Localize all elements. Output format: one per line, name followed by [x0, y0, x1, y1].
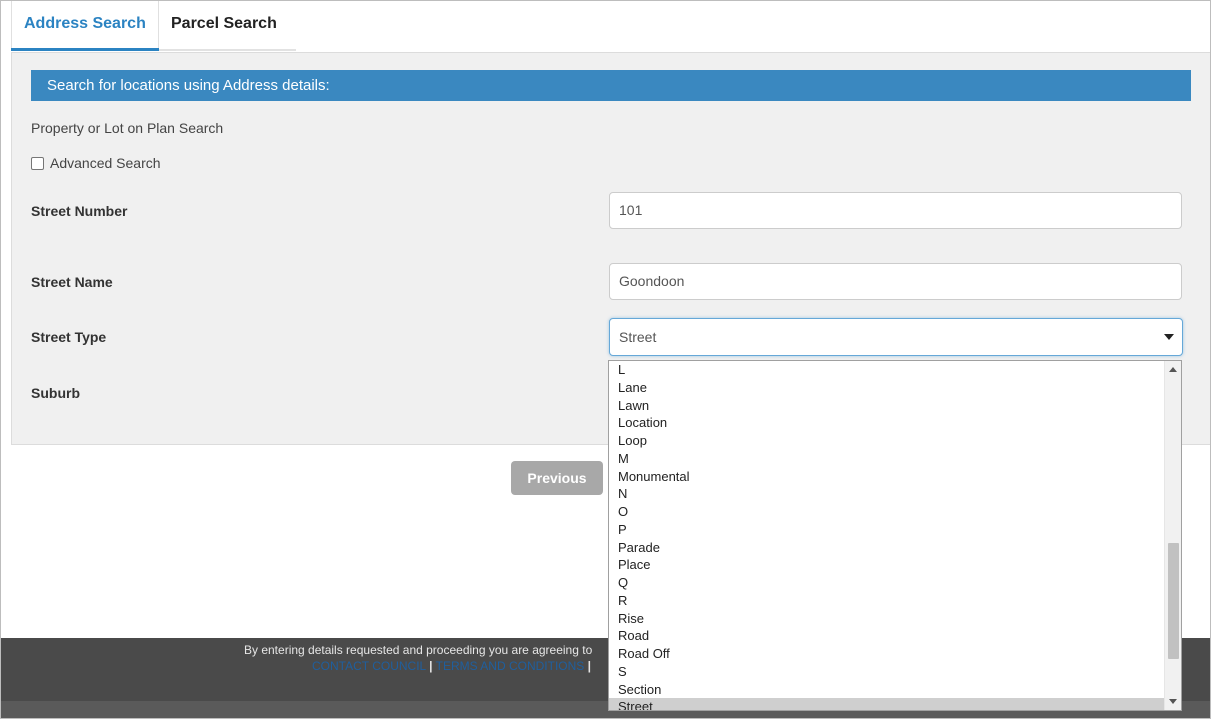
dropdown-option[interactable]: O: [609, 503, 1166, 521]
street-type-options: L Lane Lawn Location Loop M Monumental N O P Parad…: [609, 361, 1166, 710]
dropdown-option[interactable]: Place: [609, 556, 1166, 574]
street-number-label: Street Number: [31, 203, 128, 219]
suburb-label: Suburb: [31, 385, 80, 401]
dropdown-option[interactable]: Rise: [609, 610, 1166, 628]
dropdown-option[interactable]: Section: [609, 681, 1166, 699]
dropdown-option[interactable]: R: [609, 592, 1166, 610]
active-tab-indicator: [11, 48, 159, 51]
dropdown-option[interactable]: Q: [609, 574, 1166, 592]
checkbox-icon[interactable]: [31, 156, 44, 170]
dropdown-scrollbar[interactable]: [1164, 361, 1181, 710]
previous-button[interactable]: Previous: [511, 461, 603, 495]
scroll-up-icon[interactable]: [1169, 367, 1177, 372]
dropdown-option[interactable]: Road Off: [609, 645, 1166, 663]
dropdown-option[interactable]: Location: [609, 414, 1166, 432]
dropdown-option[interactable]: M: [609, 450, 1166, 468]
dropdown-option[interactable]: Parade: [609, 539, 1166, 557]
dropdown-option[interactable]: P: [609, 521, 1166, 539]
terms-and-conditions-link[interactable]: TERMS AND CONDITIONS: [436, 659, 585, 673]
caret-down-icon: [1164, 334, 1174, 340]
dropdown-option[interactable]: Road: [609, 627, 1166, 645]
street-type-dropdown[interactable]: L Lane Lawn Location Loop M Monumental N O P Parad…: [608, 360, 1182, 711]
street-name-input[interactable]: Goondoon: [609, 263, 1182, 300]
footer-separator: |: [429, 659, 433, 673]
panel-header: Search for locations using Address detai…: [31, 70, 1191, 101]
dropdown-option[interactable]: Monumental: [609, 468, 1166, 486]
street-number-input[interactable]: 101: [609, 192, 1182, 229]
scroll-down-icon[interactable]: [1169, 699, 1177, 704]
dropdown-option[interactable]: Lane: [609, 379, 1166, 397]
dropdown-option[interactable]: Lawn: [609, 397, 1166, 415]
dropdown-option[interactable]: S: [609, 663, 1166, 681]
search-tabs: Address Search Parcel Search: [11, 1, 1210, 52]
dropdown-option[interactable]: Street: [609, 698, 1166, 710]
dropdown-option[interactable]: N: [609, 485, 1166, 503]
search-subtext: Property or Lot on Plan Search: [31, 120, 224, 136]
advanced-search-label: Advanced Search: [50, 155, 161, 171]
dropdown-option[interactable]: Loop: [609, 432, 1166, 450]
tab-parcel-search[interactable]: Parcel Search: [159, 1, 296, 51]
street-type-selected-value: Street: [619, 329, 657, 345]
footer-links: CONTACT COUNCIL | TERMS AND CONDITIONS |: [312, 659, 591, 673]
street-name-label: Street Name: [31, 274, 113, 290]
street-type-label: Street Type: [31, 329, 107, 345]
tab-parcel-search-label: Parcel Search: [171, 15, 277, 32]
scrollbar-thumb[interactable]: [1168, 543, 1179, 659]
tab-address-search[interactable]: Address Search: [11, 1, 159, 51]
street-type-select[interactable]: Street: [609, 318, 1183, 356]
footer-agreement-text: By entering details requested and procee…: [244, 643, 593, 657]
advanced-search-checkbox[interactable]: Advanced Search: [31, 155, 161, 171]
dropdown-option[interactable]: L: [609, 361, 1166, 379]
page-frame: Address Search Parcel Search Search for …: [0, 0, 1211, 719]
contact-council-link[interactable]: CONTACT COUNCIL: [312, 659, 426, 673]
tab-address-search-label: Address Search: [24, 15, 146, 32]
footer-separator-2: |: [587, 659, 592, 673]
